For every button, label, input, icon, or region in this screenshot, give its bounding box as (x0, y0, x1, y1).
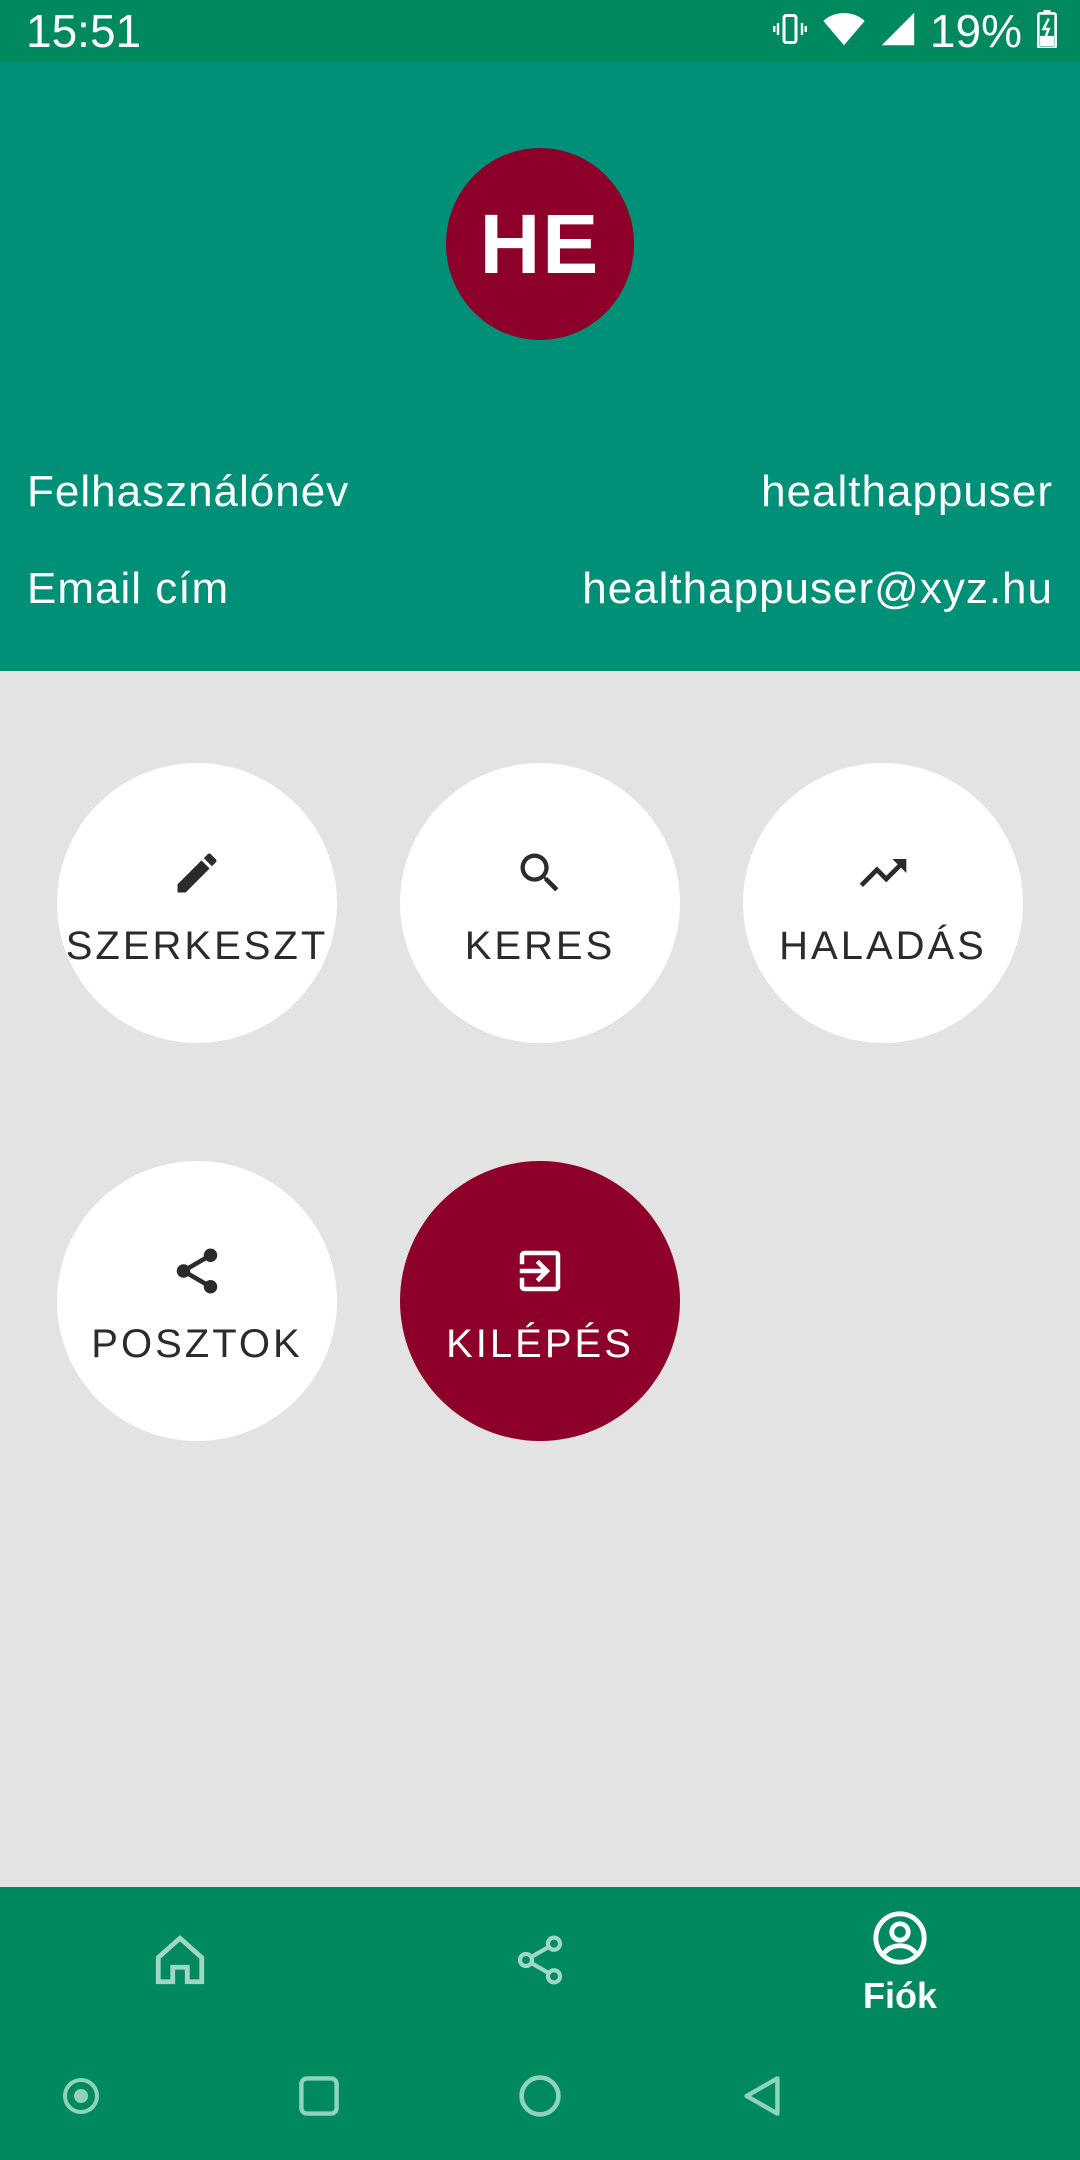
back-button[interactable] (712, 2037, 812, 2160)
status-time: 15:51 (26, 5, 142, 57)
progress-label: HALADÁS (779, 924, 987, 968)
vibrate-icon (772, 11, 808, 52)
search-icon (512, 845, 568, 901)
profile-header: HE Felhasználónév healthappuser Email cí… (0, 62, 1080, 671)
home-icon (151, 1931, 209, 1994)
nav-account[interactable]: Fiók (830, 1887, 970, 2037)
nav-posts[interactable] (480, 1887, 600, 2037)
status-icons: 19% (772, 6, 1058, 56)
edit-label: SZERKESZT (65, 924, 329, 968)
username-label: Felhasználónév (27, 467, 350, 516)
battery-charging-icon (1036, 9, 1058, 53)
status-bar: 15:51 19% (0, 0, 1080, 62)
email-row: Email cím healthappuser@xyz.hu (27, 559, 1053, 619)
exit-icon (512, 1243, 568, 1299)
username-row: Felhasználónév healthappuser (27, 462, 1053, 522)
trending-up-icon (855, 845, 911, 901)
progress-button[interactable]: HALADÁS (743, 763, 1023, 1043)
recents-square-icon (297, 2074, 341, 2123)
nav-home[interactable] (120, 1887, 240, 2037)
logout-button[interactable]: KILÉPÉS (400, 1161, 680, 1441)
logout-label: KILÉPÉS (446, 1322, 634, 1366)
username-value: healthappuser (761, 467, 1053, 516)
edit-pencil-icon (169, 845, 225, 901)
assistant-button[interactable] (31, 2037, 131, 2160)
signal-icon (880, 11, 916, 52)
posts-button[interactable]: POSZTOK (57, 1161, 337, 1441)
system-navigation-bar (0, 2037, 1080, 2160)
search-label: KERES (464, 924, 616, 968)
posts-label: POSZTOK (91, 1322, 303, 1366)
home-button[interactable] (490, 2037, 590, 2160)
email-label: Email cím (27, 564, 230, 613)
share-icon (169, 1243, 225, 1299)
edit-button[interactable]: SZERKESZT (57, 763, 337, 1043)
nav-account-label: Fiók (862, 1974, 937, 2016)
account-icon (871, 1909, 929, 1972)
bottom-navigation: Fiók (0, 1887, 1080, 2037)
share-icon (512, 1932, 568, 1993)
back-triangle-icon (740, 2074, 784, 2123)
battery-percent: 19% (929, 5, 1022, 57)
recents-button[interactable] (269, 2037, 369, 2160)
wifi-icon (822, 11, 866, 52)
dot-icon (61, 2076, 101, 2121)
email-value: healthappuser@xyz.hu (582, 564, 1053, 613)
search-button[interactable]: KERES (400, 763, 680, 1043)
avatar: HE (446, 148, 634, 340)
home-circle-icon (517, 2073, 563, 2124)
